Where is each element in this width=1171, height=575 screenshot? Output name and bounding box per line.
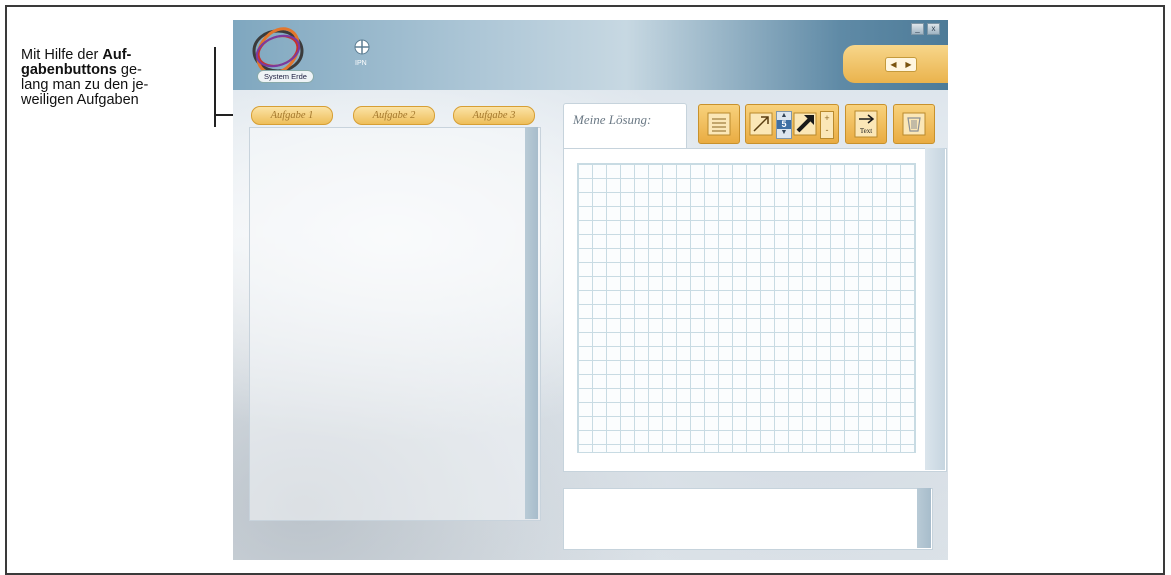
tab-meine-loesung[interactable]: Meine Lösung:: [563, 103, 687, 150]
plus-icon[interactable]: +: [821, 112, 833, 124]
text-arrow-icon: [854, 110, 878, 138]
task-button-3[interactable]: Aufgabe 3: [453, 106, 535, 125]
solution-panel-scrollbar[interactable]: [925, 148, 945, 470]
minimize-button[interactable]: _: [911, 23, 924, 35]
logo-label: System Erde: [257, 70, 314, 83]
ipn-label: IPN: [355, 60, 367, 67]
annotation-bold2: gabenbuttons: [21, 62, 117, 78]
app-window: System Erde IPN _ x ◀ ▶ Aufgabe 1 Aufgab…: [233, 20, 948, 560]
navigation-tab: ◀ ▶: [843, 45, 948, 83]
trash-icon: [902, 112, 926, 136]
next-arrow-icon[interactable]: ▶: [905, 60, 911, 69]
nav-arrows: ◀ ▶: [885, 57, 917, 72]
task-button-2[interactable]: Aufgabe 2: [353, 106, 435, 125]
text-tool-label: Text: [859, 127, 873, 135]
minus-icon[interactable]: -: [821, 124, 833, 136]
app-header: System Erde IPN _ x ◀ ▶: [233, 20, 948, 90]
arrow-tool-group: ▲ 5 ▼ + -: [745, 104, 839, 144]
window-controls: _ x: [911, 23, 940, 35]
task-panel-scrollbar[interactable]: [525, 127, 538, 519]
annotation-line4: weiligen Aufgaben: [21, 92, 139, 108]
stepper-down-icon[interactable]: ▼: [777, 129, 791, 137]
annotation-bold1: Auf-: [102, 47, 132, 63]
notes-text-box[interactable]: [563, 488, 933, 550]
task-button-1[interactable]: Aufgabe 1: [251, 106, 333, 125]
size-stepper[interactable]: + -: [820, 111, 834, 139]
close-button[interactable]: x: [927, 23, 940, 35]
trash-tool-button[interactable]: [893, 104, 935, 144]
notes-scrollbar[interactable]: [917, 488, 931, 548]
annotation-line2: ge-: [116, 62, 142, 78]
text-tool-button[interactable]: Text: [845, 104, 887, 144]
prev-arrow-icon[interactable]: ◀: [890, 60, 896, 69]
annotation-text: Mit Hilfe der Auf- gabenbuttons ge- lang…: [21, 48, 201, 108]
annotation-line3: lang man zu den je-: [21, 77, 149, 93]
lines-icon: [707, 112, 731, 136]
tab-meine-loesung-label: Meine Lösung:: [573, 112, 652, 127]
drawing-grid-canvas[interactable]: [577, 163, 916, 453]
solution-panel: [563, 148, 947, 472]
text-lines-tool-button[interactable]: [698, 104, 740, 144]
ipn-globe-icon: [354, 39, 370, 55]
stroke-width-value: 5: [777, 120, 791, 129]
task-content-panel: [249, 127, 541, 521]
stroke-width-stepper[interactable]: ▲ 5 ▼: [776, 111, 792, 139]
annotation-line1: Mit Hilfe der: [21, 47, 103, 63]
